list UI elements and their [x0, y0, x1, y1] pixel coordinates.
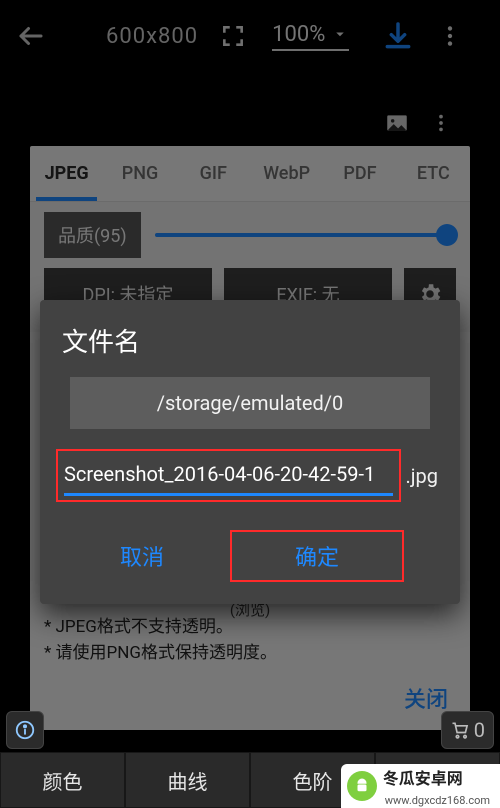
- watermark-url: www.dgxcdz168.com: [385, 794, 490, 807]
- path-field[interactable]: /storage/emulated/0: [70, 377, 430, 429]
- filename-dialog: 文件名 /storage/emulated/0 Screenshot_2016-…: [40, 300, 460, 604]
- dialog-title: 文件名: [62, 322, 438, 359]
- watermark-name: 冬瓜安卓网: [383, 769, 463, 788]
- watermark-logo-icon: [347, 771, 377, 801]
- filename-row: Screenshot_2016-04-06-20-42-59-1 .jpg: [62, 455, 438, 496]
- filename-text: Screenshot_2016-04-06-20-42-59-1: [64, 459, 393, 489]
- ok-button[interactable]: 确定: [232, 532, 402, 580]
- bottom-tool-row: 0: [0, 708, 500, 752]
- file-extension: .jpg: [405, 464, 438, 488]
- filename-input[interactable]: Screenshot_2016-04-06-20-42-59-1: [62, 455, 395, 496]
- cancel-button[interactable]: 取消: [82, 532, 202, 580]
- cart-icon: [450, 720, 470, 740]
- cart-button[interactable]: 0: [441, 711, 494, 749]
- dialog-actions: 取消 确定: [62, 526, 438, 586]
- bottom-tab-color[interactable]: 颜色: [0, 752, 125, 808]
- input-underline: [64, 493, 393, 496]
- watermark: 冬瓜安卓网 www.dgxcdz168.com: [341, 764, 500, 808]
- info-button[interactable]: [6, 711, 44, 749]
- bottom-tab-curves[interactable]: 曲线: [125, 752, 250, 808]
- cart-count: 0: [474, 718, 485, 742]
